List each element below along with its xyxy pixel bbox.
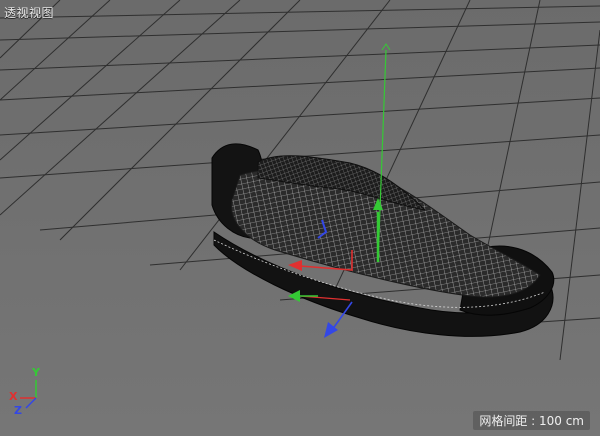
- grid-spacing-readout: 网格间距 : 100 cm: [473, 411, 590, 430]
- viewport-scene[interactable]: [0, 0, 600, 436]
- view-axis-x-label: X: [9, 390, 18, 403]
- view-axis-y-label: Y: [32, 366, 40, 379]
- viewport-title[interactable]: 透视视图: [4, 4, 54, 21]
- view-axis-z-label: Z: [14, 404, 22, 417]
- perspective-viewport[interactable]: 透视视图 Y X Z 网格间距 : 100 cm: [0, 0, 600, 436]
